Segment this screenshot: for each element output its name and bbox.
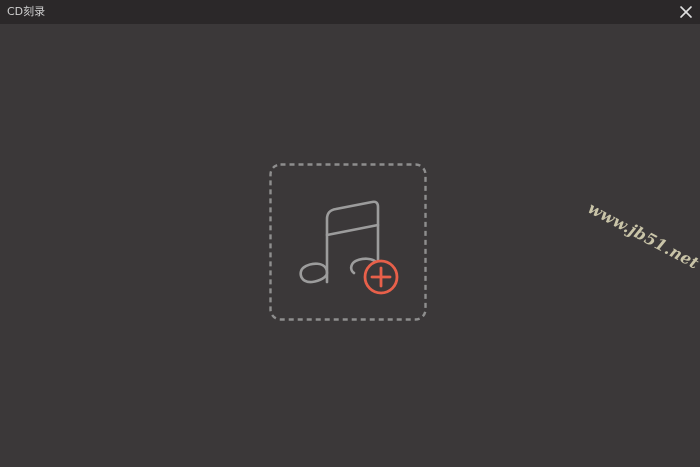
add-music-drop-zone[interactable] <box>269 163 427 321</box>
title-bar: CD刻录 <box>0 0 700 24</box>
close-button[interactable] <box>678 4 694 20</box>
cd-burn-window: CD刻录 www.jb51.net <box>0 0 700 467</box>
watermark-text: www.jb51.net <box>584 198 700 273</box>
close-icon <box>680 6 692 18</box>
add-circle-icon <box>363 259 399 295</box>
window-title: CD刻录 <box>7 5 46 18</box>
